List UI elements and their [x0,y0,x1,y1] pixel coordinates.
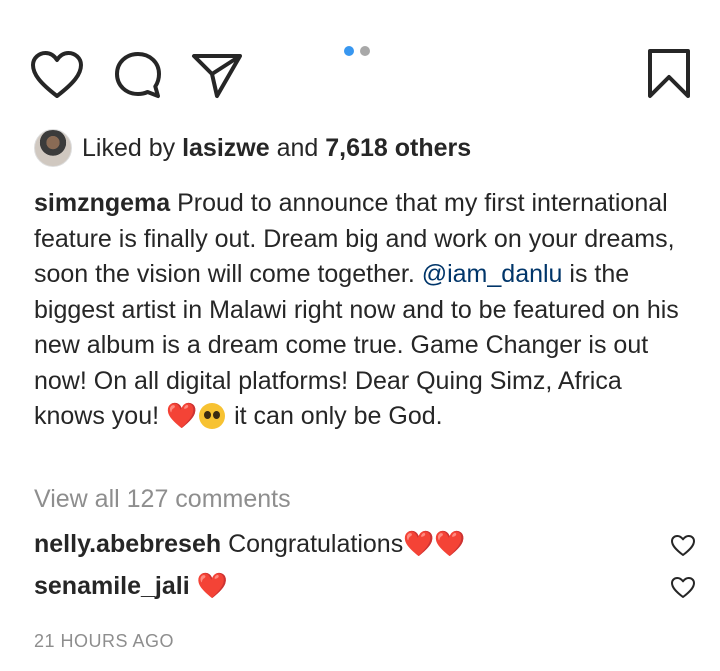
likes-prefix: Liked by [82,134,176,162]
carousel-dot [360,46,370,56]
likes-summary[interactable]: Liked by lasizwe and 7,618 others [34,128,471,168]
comment-username[interactable]: senamile_jali [34,572,190,600]
comment-item: senamile_jali ❤️ [34,568,696,604]
post-caption: simzngema Proud to announce that my firs… [34,186,684,435]
comment-username[interactable]: nelly.abebreseh [34,530,221,558]
comment-like-icon[interactable] [670,534,696,563]
caption-username[interactable]: simzngema [34,189,170,217]
post-timestamp: 21 HOURS AGO [34,631,175,651]
comment-like-icon[interactable] [670,576,696,605]
pleading-face-emoji [199,403,226,429]
paper-plane-icon[interactable] [190,50,244,100]
comment-bubble-icon[interactable] [112,50,164,100]
likes-conjunction: and [276,134,319,162]
likes-count[interactable]: 7,618 others [325,134,471,162]
carousel-dot-active [344,46,354,56]
comment-item: nelly.abebreseh Congratulations❤️❤️ [34,526,696,562]
caption-mention[interactable]: @iam_danlu [422,260,563,288]
caption-text-end: it can only be God. [234,402,443,430]
view-all-comments-link[interactable]: View all 127 comments [34,482,291,516]
comment-text: Congratulations [228,530,404,558]
liker-username[interactable]: lasizwe [182,134,270,162]
heart-outline-icon[interactable] [30,50,84,100]
heart-emoji: ❤️ [196,572,228,600]
heart-emoji: ❤️ [166,402,198,430]
heart-emoji: ❤️❤️ [403,530,466,558]
bookmark-icon[interactable] [646,48,692,100]
avatar[interactable] [34,129,72,167]
